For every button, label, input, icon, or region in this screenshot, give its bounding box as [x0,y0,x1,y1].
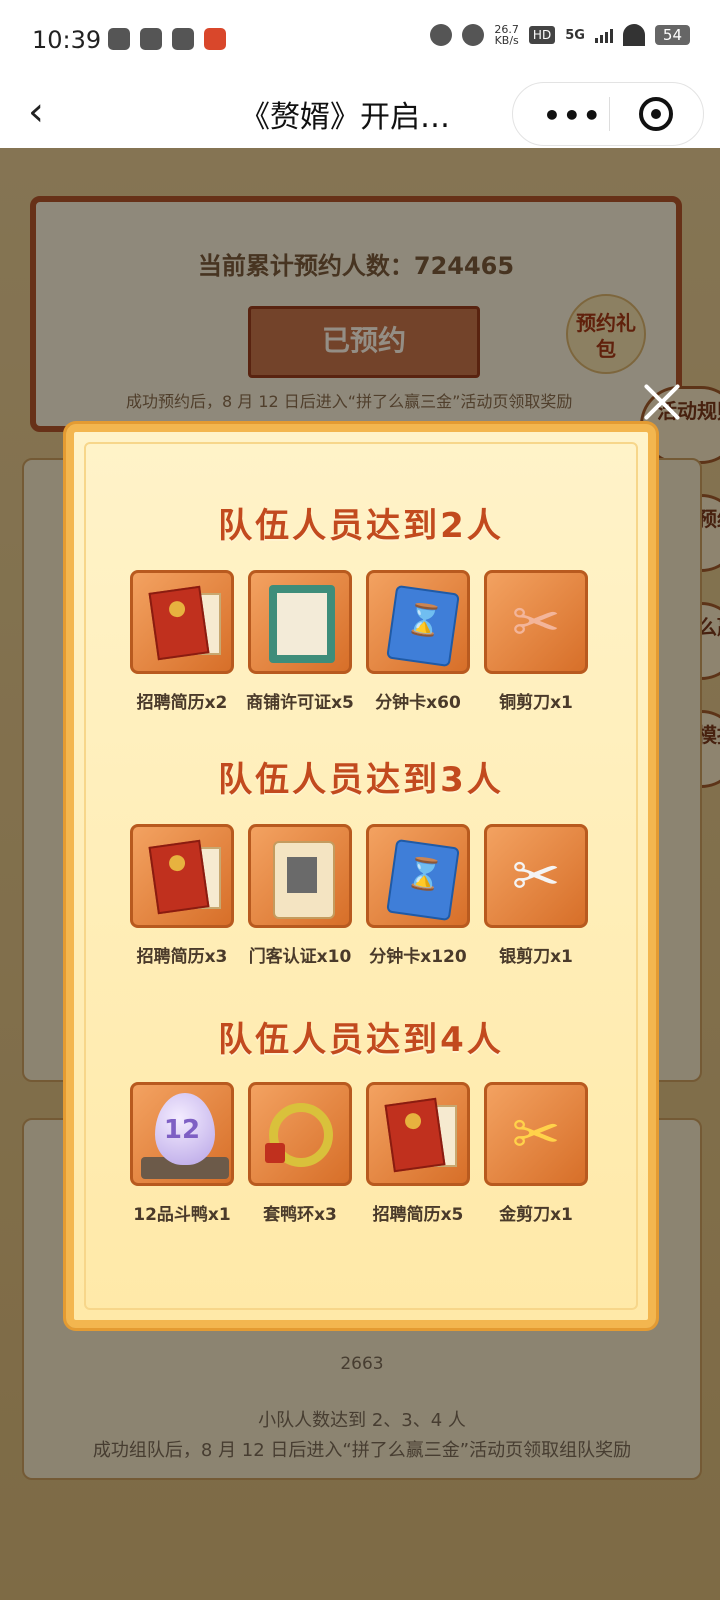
net-speed: 26.7 KB/s [494,24,519,46]
egg-grade: 12 [163,1115,201,1145]
resume-icon [130,570,234,674]
reward-item[interactable]: ✂ 金剪刀x1 [484,1082,588,1225]
mail-notification-icon [172,28,194,50]
status-time: 10:39 [32,26,102,54]
team-rewards-modal: 队伍人员达到2人 招聘简历x2 商铺许可证x5 分钟卡x60 ✂ 铜剪刀x1 队… [66,424,656,1328]
signal-icon [594,27,613,43]
retainer-badge-icon [248,824,352,928]
reward-item[interactable]: 门客认证x10 [248,824,352,967]
nav-bar: ‹ 《赘婿》开启… ••• [0,78,720,148]
mute-icon [462,24,485,46]
reward-item[interactable]: 套鸭环x3 [248,1082,352,1225]
capsule-divider [609,97,610,131]
duck-egg-icon: 12 [130,1082,234,1186]
tier-title-4: 队伍人员达到4人 [218,1020,504,1060]
reward-label: 招聘简历x3 [136,947,228,967]
reward-item[interactable]: 商铺许可证x5 [246,570,354,713]
reward-label: 分钟卡x120 [369,947,467,967]
reward-item[interactable]: 招聘简历x2 [130,570,234,713]
resume-icon [366,1082,470,1186]
reward-item[interactable]: 12 12品斗鸭x1 [130,1082,234,1225]
reward-item[interactable]: 分钟卡x60 [366,570,470,713]
alarm-icon [430,24,453,46]
reward-item[interactable]: 招聘简历x5 [366,1082,470,1225]
tier-title-2: 队伍人员达到2人 [218,506,504,546]
status-indicators: 26.7 KB/s HD 5G 54 [430,24,690,46]
wifi-icon [622,24,645,46]
tier-title-3: 队伍人员达到3人 [218,760,504,800]
notification-icons [108,28,226,50]
reward-item[interactable]: ✂ 铜剪刀x1 [484,570,588,713]
reward-label: 招聘简历x2 [136,693,228,713]
app-notification-icon [108,28,130,50]
reward-label: 银剪刀x1 [499,947,573,967]
close-icon[interactable] [640,380,684,424]
reward-item[interactable]: ✂ 银剪刀x1 [484,824,588,967]
hd-badge: HD [528,26,556,44]
reward-label: 金剪刀x1 [499,1205,573,1225]
battery-indicator: 54 [654,25,690,45]
reward-label: 招聘简历x5 [372,1205,464,1225]
resume-icon [130,824,234,928]
status-bar: 10:39 26.7 KB/s HD 5G 54 [0,0,720,78]
silver-scissors-icon: ✂ [484,824,588,928]
reward-label: 门客认证x10 [248,947,352,967]
game-notification-icon [204,28,226,50]
reward-label: 铜剪刀x1 [499,693,573,713]
reward-label: 分钟卡x60 [375,693,461,713]
ring-icon [248,1082,352,1186]
network-type: 5G [565,27,585,43]
reward-item[interactable]: 分钟卡x120 [366,824,470,967]
license-icon [248,570,352,674]
close-miniprogram-icon[interactable] [639,97,673,131]
minute-card-icon [366,824,470,928]
miniprogram-capsule: ••• [512,82,704,146]
copper-scissors-icon: ✂ [484,570,588,674]
reward-label: 12品斗鸭x1 [133,1205,231,1225]
reward-label: 商铺许可证x5 [246,693,354,713]
gold-scissors-icon: ✂ [484,1082,588,1186]
wechat-notification-icon [140,28,162,50]
back-icon[interactable]: ‹ [28,92,44,132]
page-title: 《赘婿》开启… [240,100,450,135]
reward-label: 套鸭环x3 [263,1205,337,1225]
more-menu-icon[interactable]: ••• [543,99,603,132]
minute-card-icon [366,570,470,674]
net-speed-unit: KB/s [494,34,519,47]
reward-item[interactable]: 招聘简历x3 [130,824,234,967]
